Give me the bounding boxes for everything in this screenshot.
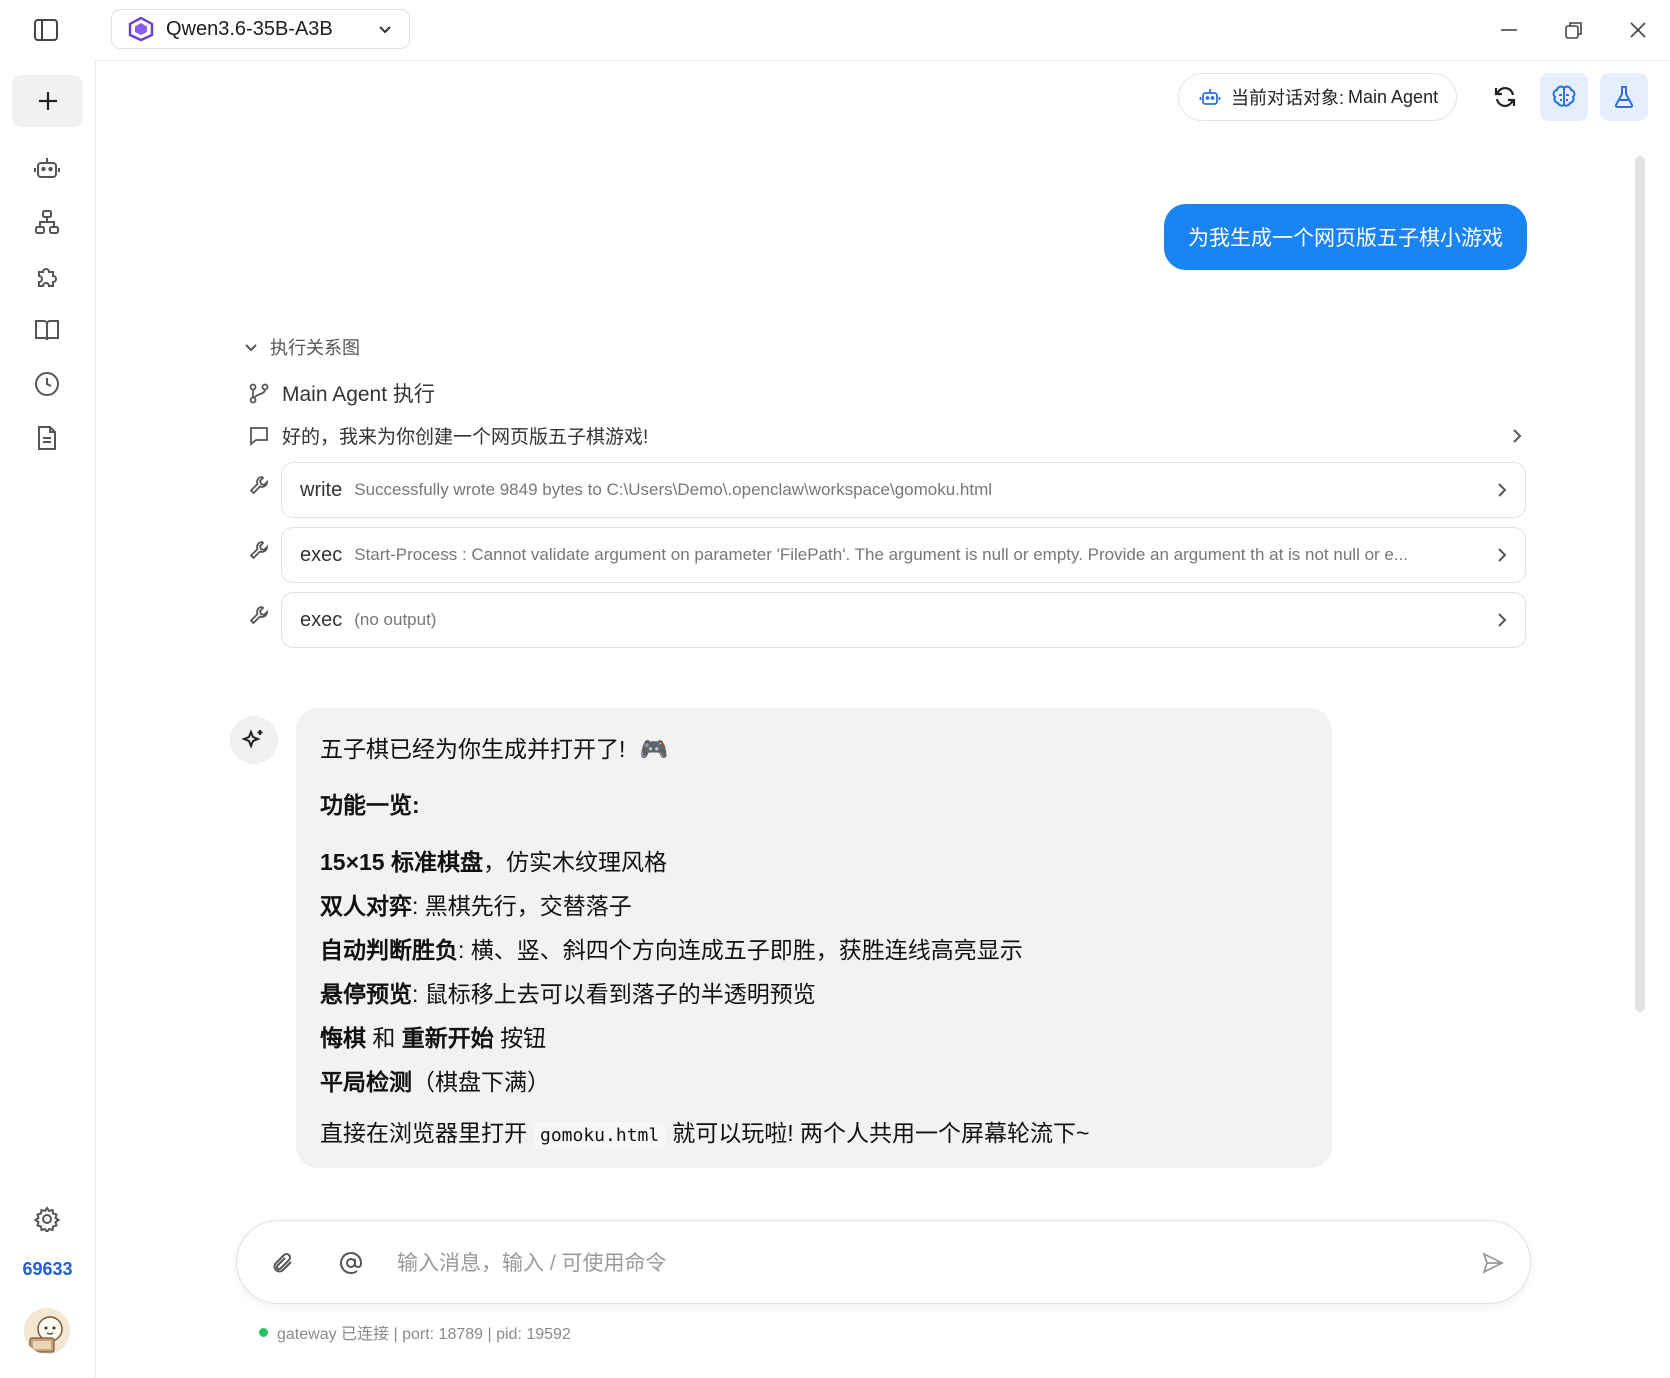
- wrench-icon: [248, 474, 270, 496]
- status-dot: [259, 1327, 268, 1337]
- chevron-right-icon: [1510, 428, 1524, 444]
- agent-name: Main Agent: [1348, 86, 1439, 107]
- feature-bold: 15×15 标准棋盘: [320, 849, 483, 875]
- token-counter: 69633: [22, 1259, 73, 1279]
- gear-icon[interactable]: [27, 1199, 67, 1239]
- tool-call-card[interactable]: exec Start-Process : Cannot validate arg…: [281, 527, 1526, 583]
- exec-title: Main Agent 执行: [282, 383, 435, 406]
- feature-bold: 自动判断胜负: [320, 937, 458, 963]
- gateway-status: gateway 已连接 | port: 18789 | pid: 19592: [259, 1320, 571, 1344]
- assistant-message-bubble: 五子棋已经为你生成并打开了! 🎮 功能一览: 15×15 标准棋盘，仿实木纹理风…: [296, 708, 1332, 1168]
- scrollbar[interactable]: [1635, 156, 1645, 1012]
- org-chart-icon[interactable]: [27, 202, 67, 242]
- tool-call-row: exec Start-Process : Cannot validate arg…: [248, 527, 1526, 583]
- closing-text: 直接在浏览器里打开: [320, 1120, 527, 1146]
- wrench-icon: [248, 604, 270, 626]
- feature-text: : 黑棋先行，交替落子: [412, 893, 632, 919]
- feature-text: 和: [366, 1025, 402, 1051]
- chevron-right-icon: [1495, 612, 1509, 628]
- feature-bold: 平局检测: [320, 1069, 412, 1095]
- tool-output: Successfully wrote 9849 bytes to C:\User…: [354, 480, 993, 499]
- toggle-sidebar-icon[interactable]: [28, 12, 64, 48]
- feature-item: 双人对弈: 黑棋先行，交替落子: [320, 884, 1308, 928]
- user-message-bubble: 为我生成一个网页版五子棋小游戏: [1164, 204, 1527, 270]
- assistant-intro: 五子棋已经为你生成并打开了! 🎮: [320, 730, 1308, 764]
- feature-item: 悬停预览: 鼠标移上去可以看到落子的半透明预览: [320, 972, 1308, 1016]
- at-sign-icon[interactable]: [331, 1243, 371, 1283]
- brain-icon[interactable]: [1540, 73, 1588, 121]
- exec-header: Main Agent 执行: [248, 378, 435, 408]
- feature-text: 按钮: [493, 1025, 547, 1051]
- tool-call-row: exec (no output): [248, 592, 1526, 648]
- exec-graph-label: 执行关系图: [270, 338, 360, 358]
- chevron-right-icon: [1495, 482, 1509, 498]
- flask-icon[interactable]: [1600, 73, 1648, 121]
- feature-text: : 鼠标移上去可以看到落子的半透明预览: [412, 981, 816, 1007]
- wrench-icon: [248, 539, 270, 561]
- game-controller-icon: 🎮: [639, 736, 669, 762]
- message-composer: [236, 1220, 1531, 1304]
- closing-text: 就可以玩啦! 两个人共用一个屏幕轮流下~: [672, 1120, 1090, 1146]
- minimize-icon[interactable]: [1491, 14, 1527, 46]
- tool-name: exec: [300, 543, 343, 566]
- model-name: Qwen3.6-35B-A3B: [166, 17, 333, 40]
- agent-prefix: 当前对话对象:: [1231, 88, 1345, 108]
- refresh-icon[interactable]: [1481, 73, 1529, 121]
- feature-text: ，仿实木纹理风格: [483, 849, 667, 875]
- feature-bold: 悬停预览: [320, 981, 412, 1007]
- git-branch-icon: [248, 382, 270, 404]
- feature-item: 悔棋 和 重新开始 按钮: [320, 1016, 1308, 1060]
- new-chat-button[interactable]: [12, 75, 83, 127]
- paperclip-icon[interactable]: [263, 1243, 303, 1283]
- message-input[interactable]: [395, 1241, 1399, 1287]
- book-icon[interactable]: [27, 310, 67, 350]
- tool-name: exec: [300, 608, 343, 631]
- tool-output: Start-Process : Cannot validate argument…: [354, 545, 1409, 564]
- history-icon[interactable]: [27, 364, 67, 404]
- exec-graph-toggle[interactable]: 执行关系图: [244, 334, 360, 360]
- chevron-down-icon: [377, 21, 393, 37]
- document-icon[interactable]: [27, 418, 67, 458]
- tool-name: write: [300, 478, 343, 501]
- close-icon[interactable]: [1620, 14, 1656, 46]
- robot-icon[interactable]: [27, 148, 67, 188]
- assistant-closing: 直接在浏览器里打开 gomoku.html 就可以玩啦! 两个人共用一个屏幕轮流下~: [320, 1114, 1308, 1149]
- feature-item: 自动判断胜负: 横、竖、斜四个方向连成五子即胜，获胜连线高亮显示: [320, 928, 1308, 972]
- tool-call-row: write Successfully wrote 9849 bytes to C…: [248, 462, 1526, 518]
- feature-text: : 横、竖、斜四个方向连成五子即胜，获胜连线高亮显示: [458, 937, 1023, 963]
- sparkle-icon: [230, 716, 278, 764]
- features-title: 功能一览:: [320, 792, 420, 818]
- exec-message-row[interactable]: 好的，我来为你创建一个网页版五子棋游戏!: [248, 422, 1524, 449]
- feature-bold: 重新开始: [401, 1025, 494, 1051]
- chevron-right-icon: [1495, 547, 1509, 563]
- tool-call-card[interactable]: exec (no output): [281, 592, 1526, 648]
- send-icon[interactable]: [1473, 1243, 1513, 1283]
- restore-icon[interactable]: [1556, 14, 1592, 46]
- model-selector[interactable]: Qwen3.6-35B-A3B: [111, 9, 410, 49]
- exec-message-text: 好的，我来为你创建一个网页版五子棋游戏!: [282, 427, 649, 448]
- robot-icon: [1199, 86, 1221, 108]
- tool-call-card[interactable]: write Successfully wrote 9849 bytes to C…: [281, 462, 1526, 518]
- chevron-down-icon: [244, 340, 258, 354]
- message-icon: [248, 425, 270, 447]
- feature-bold: 悔棋: [320, 1025, 366, 1051]
- status-text: gateway 已连接 | port: 18789 | pid: 19592: [277, 1326, 571, 1343]
- feature-text: （棋盘下满）: [412, 1069, 550, 1095]
- assistant-intro-text: 五子棋已经为你生成并打开了!: [320, 736, 626, 762]
- puzzle-icon[interactable]: [27, 256, 67, 296]
- feature-item: 15×15 标准棋盘，仿实木纹理风格: [320, 840, 1308, 884]
- feature-item: 平局检测（棋盘下满）: [320, 1060, 1308, 1104]
- feature-bold: 双人对弈: [320, 893, 412, 919]
- model-logo-icon: [128, 16, 154, 42]
- tool-output: (no output): [354, 610, 437, 629]
- current-agent-indicator[interactable]: 当前对话对象: Main Agent: [1178, 73, 1458, 121]
- avatar[interactable]: [24, 1308, 70, 1354]
- filename-code: gomoku.html: [533, 1122, 667, 1149]
